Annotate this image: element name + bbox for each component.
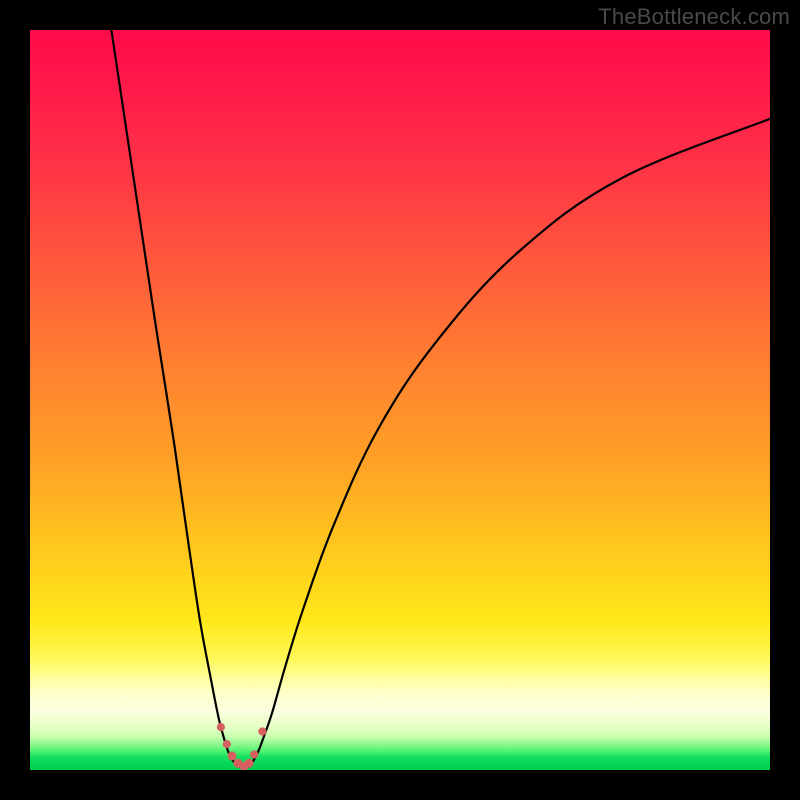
left-branch-path xyxy=(111,30,232,760)
chart-frame: TheBottleneck.com xyxy=(0,0,800,800)
valley-marker xyxy=(223,740,231,748)
valley-marker xyxy=(217,723,225,731)
valley-markers xyxy=(217,723,267,770)
watermark-text: TheBottleneck.com xyxy=(598,4,790,30)
curve-layer xyxy=(30,30,770,770)
valley-marker xyxy=(228,751,237,760)
plot-area xyxy=(30,30,770,770)
right-branch-path xyxy=(254,119,771,761)
valley-marker xyxy=(245,759,254,768)
valley-marker xyxy=(258,727,266,735)
valley-marker xyxy=(250,750,258,758)
